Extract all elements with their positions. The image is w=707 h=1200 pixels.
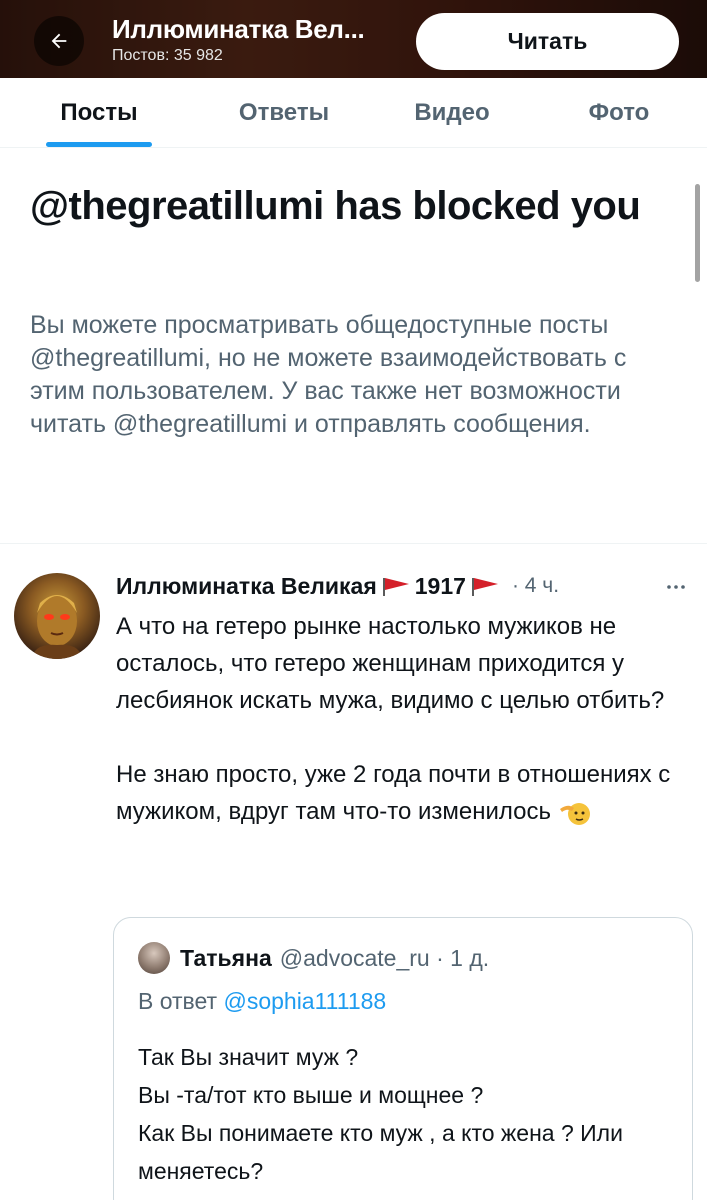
posts-count: Постов: 35 982 [112,47,223,64]
active-tab-indicator [46,142,152,147]
author-name-year: 1917 [414,572,466,599]
reply-context: В ответ @sophia111188 [138,988,386,1015]
arrow-left-icon [51,33,67,49]
post-text: А что на гетеро рынке настолько мужиков … [116,608,696,830]
post-header: Иллюминатка Великая 1917 · 4 ч. [116,568,696,604]
tab-posts[interactable]: Посты [46,78,152,148]
more-options-icon[interactable] [664,575,688,599]
red-flag-icon [471,578,498,596]
post-timestamp[interactable]: · 4 ч. [512,574,559,598]
tab-replies[interactable]: Ответы [222,78,346,148]
profile-header: Иллюминатка Вел... Постов: 35 982 Читать [0,0,707,78]
quote-avatar[interactable] [138,942,170,974]
author-name[interactable]: Иллюминатка Великая [116,573,377,600]
avatar-image [32,595,82,659]
quote-author-handle[interactable]: @advocate_ru · 1 д. [280,945,489,972]
quote-text: Так Вы значит муж ? Вы -та/тот кто выше … [138,1044,623,1184]
follow-button[interactable]: Читать [416,13,679,70]
red-flag-icon [382,578,409,596]
post-body: А что на гетеро рынке настолько мужиков … [116,613,671,825]
reply-to-link[interactable]: @sophia111188 [223,988,386,1014]
tab-video[interactable]: Видео [400,78,504,148]
header-info: Иллюминатка Вел... Постов: 35 982 [112,14,365,65]
scrollbar[interactable] [695,184,700,282]
profile-name: Иллюминатка Вел... [112,14,365,44]
back-button[interactable] [34,16,84,66]
blocked-description: Вы можете просматривать общедоступные по… [30,311,627,438]
reply-prefix: В ответ [138,988,218,1014]
blocked-title: @thegreatillumi has blocked you [30,184,641,228]
quote-header: Татьяна @advocate_ru · 1 д. [138,942,489,974]
avatar[interactable] [14,573,100,659]
profile-tabs: Посты Ответы Видео Фото [0,78,707,148]
tab-photo[interactable]: Фото [574,78,664,148]
quote-author-name[interactable]: Татьяна [180,945,272,972]
quoted-post[interactable]: Татьяна @advocate_ru · 1 д. В ответ @sop… [113,917,693,1200]
divider [0,543,707,544]
saluting-face-icon [559,802,590,825]
